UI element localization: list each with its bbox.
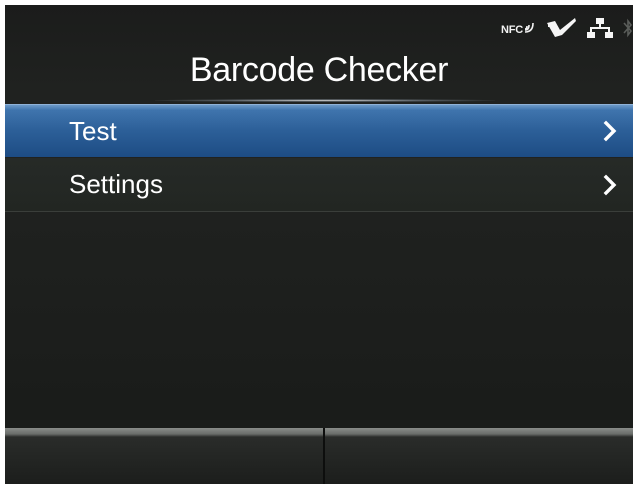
softkey-bar — [5, 428, 633, 484]
nfc-label: NFC — [500, 23, 523, 36]
softkey-divider — [323, 428, 325, 484]
nfc-icon: NFC — [500, 22, 535, 36]
chevron-right-icon — [603, 174, 617, 196]
menu-item-test[interactable]: Test — [5, 104, 633, 157]
empty-list-area — [5, 213, 633, 428]
bluetooth-icon — [623, 16, 633, 45]
status-bar: NFC — [501, 17, 633, 43]
menu-item-label: Settings — [69, 169, 163, 199]
softkey-left[interactable] — [5, 428, 323, 484]
page-title: Barcode Checker — [189, 51, 449, 89]
barcode-checker-device-icon — [545, 17, 577, 44]
menu-item-settings[interactable]: Settings — [5, 158, 633, 212]
network-lan-icon — [587, 17, 613, 44]
menu-item-label: Test — [69, 115, 117, 146]
softkey-right[interactable] — [325, 428, 633, 484]
printer-display: NFC Barcode Checker Test Settings — [5, 5, 633, 484]
chevron-right-icon — [603, 120, 617, 142]
title-underline-glow — [155, 99, 495, 102]
